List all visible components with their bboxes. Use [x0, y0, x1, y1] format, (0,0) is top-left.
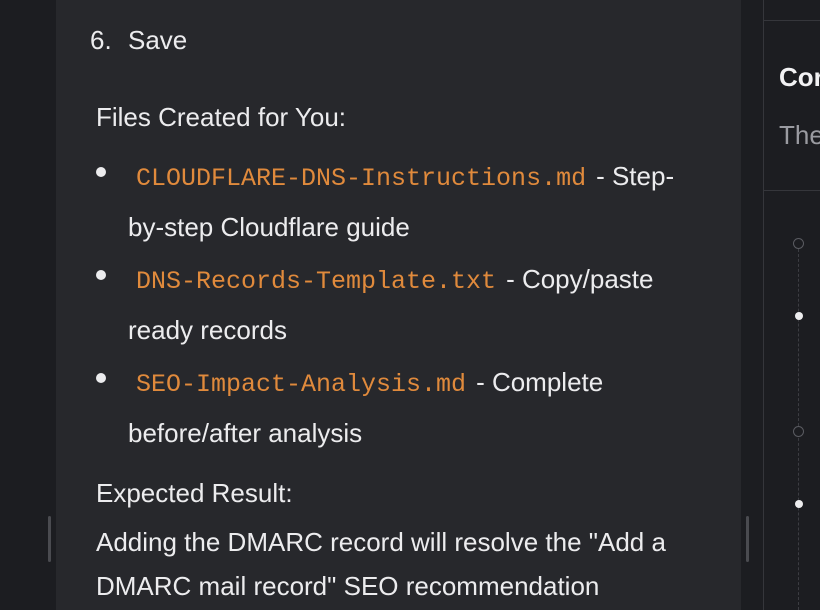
files-heading: Files Created for You:	[96, 102, 347, 132]
timeline-node-icon	[795, 500, 803, 508]
right-side-panel: Cor The	[763, 0, 820, 610]
step-number: 6.	[90, 25, 112, 55]
timeline-node-icon	[795, 312, 803, 320]
file-name: CLOUDFLARE-DNS-Instructions.md	[136, 164, 587, 193]
file-name: DNS-Records-Template.txt	[136, 267, 497, 296]
expected-result-body: Adding the DMARC record will resolve the…	[96, 527, 666, 601]
bullet-icon	[96, 270, 106, 280]
right-panel-subtitle: The	[779, 120, 820, 150]
timeline-node-icon	[793, 238, 804, 249]
step-item: 6. Save	[90, 24, 187, 56]
timeline-node-icon	[793, 426, 804, 437]
file-name: SEO-Impact-Analysis.md	[136, 370, 467, 399]
right-panel-title: Cor	[779, 62, 820, 92]
expected-result-heading: Expected Result:	[96, 478, 293, 508]
right-panel-divider	[764, 190, 820, 191]
left-scrollbar[interactable]	[48, 516, 51, 562]
main-scrollbar[interactable]	[746, 516, 749, 562]
list-item: SEO-Impact-Analysis.md - Complete before/…	[96, 358, 696, 457]
step-label: Save	[128, 25, 188, 55]
files-list: CLOUDFLARE-DNS-Instructions.md - Step-by-…	[96, 152, 696, 457]
list-item: DNS-Records-Template.txt - Copy/paste rea…	[96, 255, 696, 354]
list-item: CLOUDFLARE-DNS-Instructions.md - Step-by-…	[96, 152, 696, 251]
bullet-icon	[96, 167, 106, 177]
bullet-icon	[96, 373, 106, 383]
panel-divider	[741, 0, 763, 610]
right-panel-divider	[764, 20, 820, 21]
